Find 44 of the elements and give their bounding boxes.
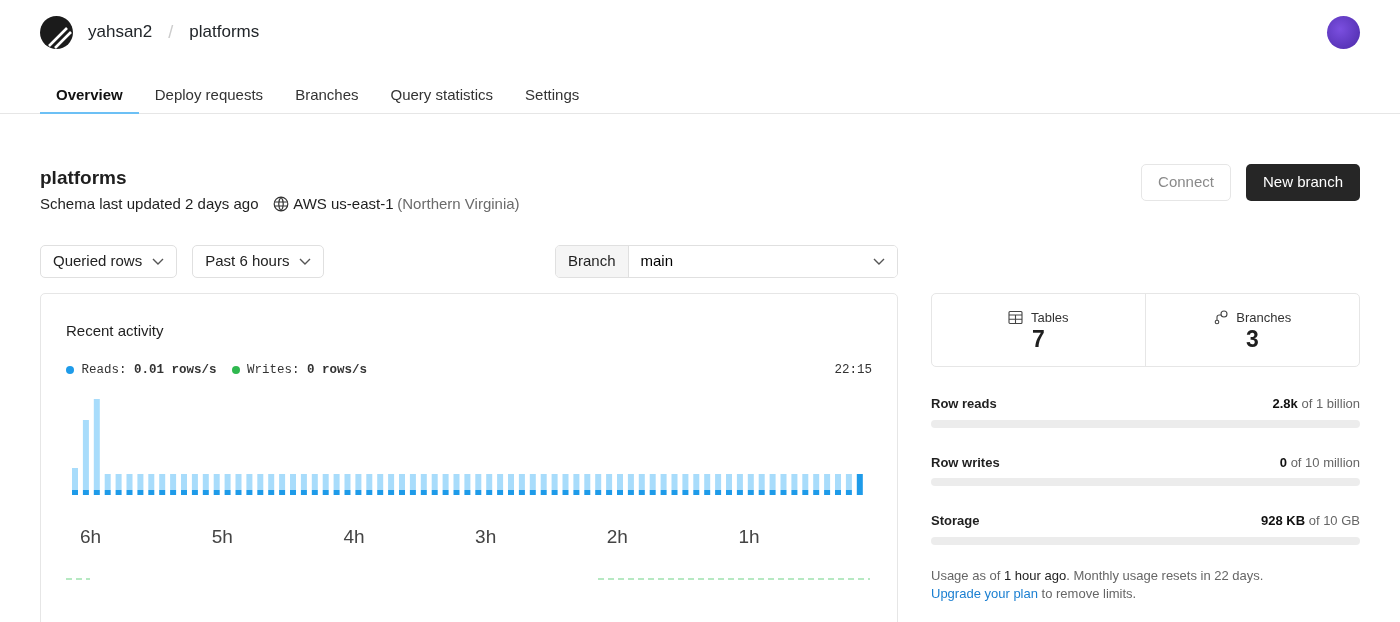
new-branch-button[interactable]: New branch	[1245, 164, 1360, 201]
database-title: platforms	[40, 166, 128, 190]
time-axis-label: 6h	[80, 526, 102, 548]
upgrade-plan-link[interactable]: Upgrade your plan	[931, 586, 1038, 602]
metric-dropdown[interactable]: Queried rows	[40, 245, 178, 278]
globe-icon	[273, 195, 290, 212]
usage-label: Storage	[931, 512, 980, 530]
logo-icon[interactable]	[40, 15, 73, 49]
nav-tab[interactable]: Overview	[40, 64, 139, 114]
time-range-dropdown[interactable]: Past 6 hours	[192, 245, 325, 278]
usage-amount: 928 KB of 10 GB	[1261, 512, 1360, 530]
usage-note: Usage as of 1 hour ago. Monthly usage resets in 22 days. Upgrade your plan to remove limits.	[931, 566, 1265, 604]
usage-amount: 2.8k of 1 billion	[1272, 395, 1360, 413]
stat-value: 3	[1246, 327, 1259, 353]
stat-label: Branches	[1236, 308, 1292, 327]
nav-tab[interactable]: Query statistics	[374, 64, 510, 114]
table-icon	[1008, 309, 1024, 325]
time-axis-label: 5h	[211, 526, 233, 548]
schema-updated-text: Schema last updated 2 days ago	[40, 193, 259, 214]
chart-title: Recent activity	[66, 321, 165, 341]
region-name-text: (Northern Virginia)	[397, 193, 520, 214]
usage-label: Row reads	[931, 395, 997, 413]
time-axis-label: 1h	[738, 526, 760, 548]
branch-icon	[1213, 309, 1229, 325]
region-text: AWS us-east-1	[293, 193, 394, 214]
nav-tab[interactable]: Deploy requests	[138, 64, 280, 114]
nav-tab[interactable]: Settings	[509, 64, 596, 114]
chart-time: 22:15	[834, 361, 872, 379]
legend-text: Writes: 0 rows/s	[247, 361, 368, 379]
usage-amount: 0 of 10 million	[1279, 453, 1360, 472]
chevron-down-icon	[152, 258, 165, 265]
org-link[interactable]: yahsan2	[88, 19, 153, 45]
time-axis-label: 4h	[343, 526, 365, 548]
time-axis-label: 3h	[475, 526, 497, 548]
user-avatar[interactable]	[1327, 15, 1360, 49]
breadcrumb-separator: /	[168, 20, 174, 44]
chevron-down-icon	[299, 258, 312, 265]
stat-value: 7	[1032, 327, 1045, 353]
database-link[interactable]: platforms	[189, 19, 260, 45]
legend-text: Reads: 0.01 rows/s	[81, 361, 217, 379]
nav-tab[interactable]: Branches	[279, 64, 375, 114]
stat-label: Tables	[1030, 308, 1069, 327]
usage-label: Row writes	[931, 453, 1000, 472]
time-axis-label: 2h	[606, 526, 628, 548]
